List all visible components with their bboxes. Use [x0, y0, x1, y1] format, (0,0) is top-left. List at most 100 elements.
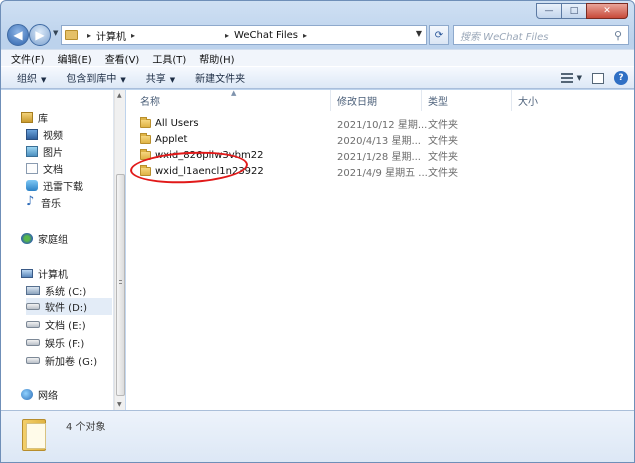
address-dropdown-icon[interactable]: ▼ — [416, 29, 422, 38]
sidebar-item-label: 音乐 — [41, 199, 61, 210]
sidebar-item-label: 迅雷下载 — [43, 182, 83, 193]
column-header-type[interactable]: 类型 — [422, 90, 512, 111]
scroll-up-icon[interactable]: ▲ — [117, 92, 122, 99]
preview-pane-icon[interactable] — [592, 72, 604, 84]
view-options-icon[interactable] — [560, 73, 573, 83]
file-date: 2021/1/28 星期... — [337, 152, 421, 163]
breadcrumb-separator[interactable]: ▸ — [131, 31, 135, 40]
share-label: 共享 — [145, 74, 166, 85]
music-icon — [26, 194, 36, 209]
help-icon[interactable]: ? — [614, 71, 628, 85]
command-bar: 组织 ▼ 包含到库中 ▼ 共享 ▼ 新建文件夹 ▼ ? — [1, 66, 634, 89]
sidebar-item-documents[interactable]: 文档 — [26, 161, 63, 176]
organize-button[interactable]: 组织 ▼ — [17, 70, 46, 85]
document-icon — [26, 163, 38, 174]
drive-icon — [26, 303, 40, 310]
menu-tools[interactable]: 工具(T) — [152, 51, 186, 66]
recent-pages-dropdown-icon[interactable]: ▼ — [53, 29, 58, 37]
drive-icon — [26, 339, 40, 346]
sidebar-item-drive-d[interactable]: 软件 (D:) — [26, 298, 112, 315]
sidebar-item-network[interactable]: 网络 — [21, 387, 58, 402]
search-placeholder: 搜索 WeChat Files — [460, 31, 549, 43]
forward-button[interactable]: ▶ — [29, 24, 51, 46]
file-name: Applet — [140, 133, 188, 145]
minimize-button[interactable]: — — [536, 3, 562, 19]
video-icon — [26, 129, 38, 140]
column-header-date[interactable]: 修改日期 — [331, 90, 422, 111]
chevron-down-icon[interactable]: ▼ — [577, 74, 582, 82]
menu-view[interactable]: 查看(V) — [105, 51, 140, 66]
close-button[interactable]: ✕ — [586, 3, 628, 19]
sidebar-item-pictures[interactable]: 图片 — [26, 144, 63, 159]
object-count: 4 个对象 — [66, 422, 106, 433]
details-pane: 4 个对象 — [1, 410, 634, 462]
window-controls: — □ ✕ — [536, 3, 628, 19]
sidebar-item-libraries[interactable]: 库 — [21, 110, 48, 125]
refresh-button[interactable]: ⟳ — [429, 25, 449, 45]
explorer-window: — □ ✕ ◀ ▶ ▼ ▸ 计算机 ▸ ▸ WeChat Files ▸ ▼ ⟳… — [0, 0, 635, 463]
chevron-down-icon: ▼ — [41, 76, 47, 84]
scroll-down-icon[interactable]: ▼ — [117, 401, 122, 408]
sidebar-item-homegroup[interactable]: 家庭组 — [21, 231, 68, 246]
file-date: 2021/10/12 星期... — [337, 120, 428, 131]
sidebar-item-videos[interactable]: 视频 — [26, 127, 63, 142]
navigation-pane: 库 视频 图片 文档 迅雷下载 音乐 家庭组 计算机 — [1, 90, 114, 410]
menu-edit[interactable]: 编辑(E) — [58, 51, 92, 66]
column-header-name[interactable]: 名称 — [134, 90, 331, 111]
sidebar-item-thunder-downloads[interactable]: 迅雷下载 — [26, 178, 83, 193]
breadcrumb-separator[interactable]: ▸ — [87, 31, 91, 40]
sidebar-item-drive-e[interactable]: 文档 (E:) — [26, 317, 86, 332]
include-in-library-button[interactable]: 包含到库中 ▼ — [66, 70, 125, 85]
sidebar-item-drive-g[interactable]: 新加卷 (G:) — [26, 353, 97, 368]
navigation-row: ◀ ▶ ▼ ▸ 计算机 ▸ ▸ WeChat Files ▸ ▼ ⟳ 搜索 We… — [5, 23, 631, 47]
maximize-button[interactable]: □ — [561, 3, 587, 19]
share-button[interactable]: 共享 ▼ — [146, 70, 175, 85]
file-type: 文件夹 — [428, 168, 458, 179]
menu-bar: 文件(F) 编辑(E) 查看(V) 工具(T) 帮助(H) — [1, 49, 634, 66]
back-button[interactable]: ◀ — [7, 24, 29, 46]
menu-help[interactable]: 帮助(H) — [199, 51, 234, 66]
menu-file[interactable]: 文件(F) — [11, 51, 45, 66]
organize-label: 组织 — [17, 74, 37, 85]
scrollbar-thumb[interactable] — [116, 174, 125, 396]
file-type: 文件夹 — [428, 152, 458, 163]
address-bar[interactable]: ▸ 计算机 ▸ ▸ WeChat Files ▸ ▼ — [61, 25, 427, 45]
sidebar-item-music[interactable]: 音乐 — [26, 194, 61, 210]
file-date: 2021/4/9 星期五 ... — [337, 168, 428, 179]
table-row[interactable]: Applet 2020/4/13 星期... 文件夹 — [126, 132, 634, 147]
sidebar-item-label: 家庭组 — [38, 235, 68, 246]
drive-icon — [26, 357, 40, 364]
sidebar-item-computer[interactable]: 计算机 — [21, 266, 68, 281]
breadcrumb-redacted — [140, 30, 221, 40]
picture-icon — [26, 146, 38, 157]
chevron-down-icon: ▼ — [169, 76, 176, 84]
search-icon[interactable]: ⚲ — [614, 29, 622, 42]
grip-icon — [119, 280, 122, 284]
breadcrumb-separator[interactable]: ▸ — [225, 31, 229, 40]
new-folder-button[interactable]: 新建文件夹 — [195, 70, 245, 85]
network-icon — [21, 389, 33, 400]
sidebar-item-drive-f[interactable]: 娱乐 (F:) — [26, 335, 84, 350]
computer-icon — [21, 269, 33, 278]
column-header-size[interactable]: 大小 — [512, 90, 602, 111]
table-row[interactable]: All Users 2021/10/12 星期... 文件夹 — [126, 116, 634, 131]
breadcrumb-wechat-files[interactable]: WeChat Files — [234, 30, 298, 41]
sidebar-item-label: 文档 — [43, 165, 63, 176]
sidebar-item-drive-c[interactable]: 系统 (C:) — [26, 283, 86, 298]
system-drive-icon — [26, 286, 40, 295]
file-list: ▲ 名称 修改日期 类型 大小 All Users 2021/10/12 星期.… — [126, 89, 634, 410]
homegroup-icon — [21, 233, 33, 244]
sidebar-item-label: 网络 — [38, 391, 58, 402]
navigation-scrollbar[interactable]: ▲ ▼ — [114, 90, 125, 410]
breadcrumb-separator[interactable]: ▸ — [303, 31, 307, 40]
breadcrumb-computer[interactable]: 计算机 — [96, 28, 126, 43]
search-input[interactable]: 搜索 WeChat Files ⚲ — [453, 25, 629, 45]
file-date: 2020/4/13 星期... — [337, 136, 421, 147]
file-name-text: Applet — [155, 134, 188, 145]
folder-icon — [140, 117, 151, 128]
file-type: 文件夹 — [428, 120, 458, 131]
sidebar-item-label: 软件 (D:) — [45, 303, 88, 314]
drive-icon — [26, 321, 40, 328]
chevron-down-icon: ▼ — [120, 76, 126, 84]
folder-icon — [140, 133, 151, 144]
